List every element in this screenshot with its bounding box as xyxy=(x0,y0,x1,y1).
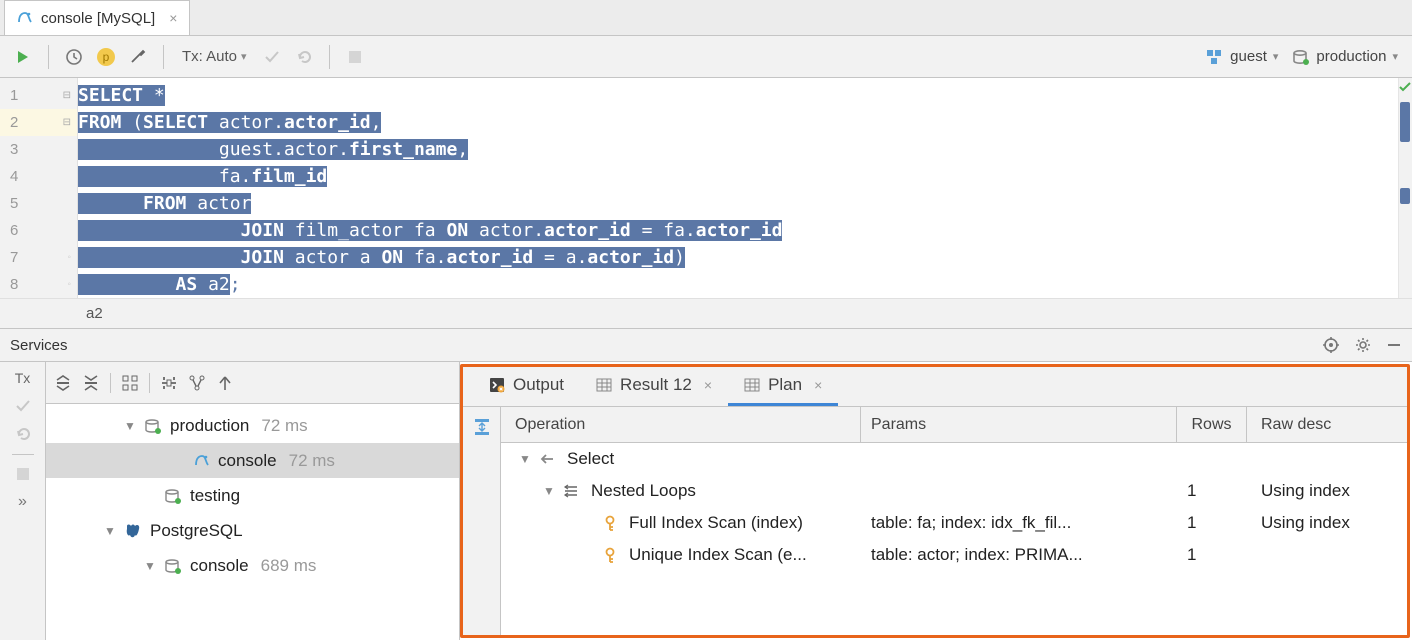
svg-text:p: p xyxy=(103,50,110,64)
settings-button[interactable] xyxy=(125,44,151,70)
plan-table-body[interactable]: ▼Select▼Nested Loops1Using indexFull Ind… xyxy=(501,443,1407,571)
tree-row[interactable]: testing xyxy=(46,478,459,513)
tree-row[interactable]: ▼console689 ms xyxy=(46,548,459,583)
close-icon[interactable]: × xyxy=(169,10,177,26)
rollback-button[interactable] xyxy=(291,44,317,70)
close-icon[interactable]: × xyxy=(704,377,712,393)
stop-icon[interactable] xyxy=(16,467,30,481)
breadcrumb[interactable]: a2 xyxy=(0,298,1412,328)
editor-gutter: 1⊟ 2⊟ 3 4 5 6 7◦ 8◦ xyxy=(0,78,78,298)
datasource-selector[interactable]: production ▾ xyxy=(1288,46,1402,67)
plan-table-header: Operation Params Rows Raw desc xyxy=(501,407,1407,443)
collapse-all-icon[interactable] xyxy=(82,374,100,392)
col-operation[interactable]: Operation xyxy=(501,407,861,442)
db-icon xyxy=(164,488,182,504)
col-rows[interactable]: Rows xyxy=(1177,407,1247,442)
chevron-down-icon: ▾ xyxy=(241,50,247,63)
playground-button[interactable]: p xyxy=(93,44,119,70)
datasource-tree[interactable]: ▼production72 msconsole72 mstesting▼Post… xyxy=(46,404,459,640)
services-title: Services xyxy=(10,337,68,354)
tab-output[interactable]: Output xyxy=(473,367,580,406)
history-button[interactable] xyxy=(61,44,87,70)
key-icon xyxy=(603,515,617,531)
plan-table: Operation Params Rows Raw desc ▼Select▼N… xyxy=(501,407,1407,635)
nested-icon xyxy=(563,483,579,499)
branch-icon[interactable] xyxy=(188,374,206,392)
key-icon xyxy=(603,547,617,563)
stop-button[interactable] xyxy=(342,44,368,70)
output-icon xyxy=(489,377,505,393)
plan-row[interactable]: ▼Nested Loops1Using index xyxy=(501,475,1407,507)
tree-row[interactable]: console72 ms xyxy=(46,443,459,478)
chevron-down-icon: ▾ xyxy=(1392,50,1398,63)
table-icon xyxy=(744,377,760,393)
services-panel-body: Tx » ▼production72 msconsole72 mstesting… xyxy=(0,362,1412,640)
services-tree-pane: ▼production72 msconsole72 mstesting▼Post… xyxy=(46,362,460,640)
tab-result[interactable]: Result 12 × xyxy=(580,367,728,406)
pg-icon xyxy=(124,522,142,540)
run-button[interactable] xyxy=(10,44,36,70)
editor-tab-console[interactable]: console [MySQL] × xyxy=(4,0,190,35)
services-tree-toolbar xyxy=(46,362,459,404)
plan-row[interactable]: ▼Select xyxy=(501,443,1407,475)
tree-row[interactable]: ▼PostgreSQL xyxy=(46,513,459,548)
services-side-toolbar: Tx » xyxy=(0,362,46,640)
tx-label[interactable]: Tx xyxy=(15,370,31,386)
database-icon xyxy=(1292,49,1310,65)
arrow-left-icon xyxy=(539,452,555,466)
group-icon[interactable] xyxy=(121,374,139,392)
editor-tab-bar: console [MySQL] × xyxy=(0,0,1412,36)
autoscroll-icon[interactable] xyxy=(472,417,492,437)
editor-toolbar: p Tx: Auto ▾ guest ▾ production ▾ xyxy=(0,36,1412,78)
code-content[interactable]: SELECT * FROM (SELECT actor.actor_id, gu… xyxy=(78,78,1412,298)
filter-icon[interactable] xyxy=(160,374,178,392)
plan-row[interactable]: Full Index Scan (index)table: fa; index:… xyxy=(501,507,1407,539)
minimize-icon[interactable] xyxy=(1386,337,1402,353)
chevron-down-icon: ▾ xyxy=(1273,50,1279,63)
editor-tab-label: console [MySQL] xyxy=(41,10,155,27)
editor-scrollbar[interactable] xyxy=(1398,78,1412,298)
plan-row[interactable]: Unique Index Scan (e...table: actor; ind… xyxy=(501,539,1407,571)
tx-mode-dropdown[interactable]: Tx: Auto ▾ xyxy=(182,48,247,65)
code-editor[interactable]: 1⊟ 2⊟ 3 4 5 6 7◦ 8◦ SELECT * FROM (SELEC… xyxy=(0,78,1412,298)
split-icon[interactable] xyxy=(216,374,234,392)
col-desc[interactable]: Raw desc xyxy=(1247,407,1407,442)
more-icon[interactable]: » xyxy=(18,493,27,511)
plan-toolbar xyxy=(463,407,501,635)
result-tabs: Output Result 12 × Plan × xyxy=(463,367,1407,407)
schema-selector[interactable]: guest ▾ xyxy=(1202,46,1282,67)
db-icon xyxy=(144,418,162,434)
tab-plan[interactable]: Plan × xyxy=(728,367,838,406)
gear-icon[interactable] xyxy=(1354,336,1372,354)
check-icon xyxy=(1398,80,1412,94)
commit-button[interactable] xyxy=(259,44,285,70)
db-icon xyxy=(164,558,182,574)
services-panel-header: Services xyxy=(0,328,1412,362)
commit-icon[interactable] xyxy=(15,398,31,414)
close-icon[interactable]: × xyxy=(814,377,822,393)
services-result-pane: Output Result 12 × Plan × Operation Para… xyxy=(460,364,1410,638)
schema-icon xyxy=(1206,49,1224,65)
console-icon xyxy=(194,453,210,469)
table-icon xyxy=(596,377,612,393)
tree-row[interactable]: ▼production72 ms xyxy=(46,408,459,443)
mysql-icon xyxy=(17,10,33,26)
target-icon[interactable] xyxy=(1322,336,1340,354)
col-params[interactable]: Params xyxy=(861,407,1177,442)
rollback-icon[interactable] xyxy=(15,426,31,442)
expand-all-icon[interactable] xyxy=(54,374,72,392)
